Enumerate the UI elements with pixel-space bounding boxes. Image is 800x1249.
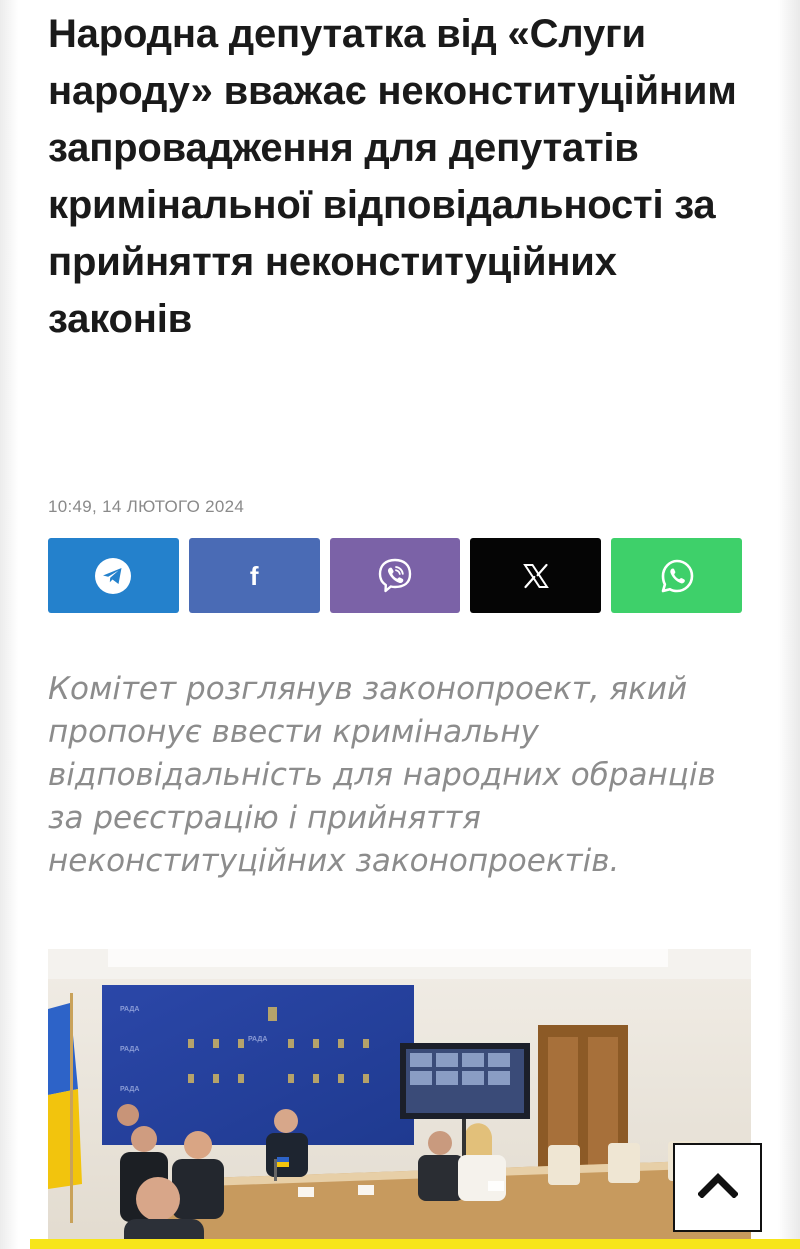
share-buttons: f [48,538,742,613]
scroll-to-top-button[interactable] [673,1143,762,1232]
backdrop-text: РАДА [120,1046,139,1053]
share-telegram-button[interactable] [48,538,179,613]
share-x-button[interactable] [470,538,602,613]
right-edge-shade [778,0,800,1249]
whatsapp-icon [658,557,696,595]
article-title: Народна депутатка від «Слуги народу» вва… [48,12,737,341]
telegram-icon [94,557,132,595]
backdrop-text: РАДА [120,1006,139,1013]
viber-icon [375,556,415,596]
backdrop-text: РАДА [248,1036,267,1043]
share-facebook-button[interactable]: f [188,538,320,613]
x-icon [522,562,550,590]
backdrop-text: РАДА [120,1086,139,1093]
share-viber-button[interactable] [329,538,461,613]
share-whatsapp-button[interactable] [611,538,742,613]
bottom-accent-bar [30,1239,800,1249]
article-lead: Комітет розглянув законопроект, який про… [48,671,716,879]
article-photo: РАДА РАДА РАДА РАДА [48,949,751,1249]
facebook-icon: f [249,560,259,591]
chevron-up-icon [696,1172,739,1203]
article-date: 10:49, 14 ЛЮТОГО 2024 [48,497,245,516]
left-edge-shade [0,0,18,1249]
